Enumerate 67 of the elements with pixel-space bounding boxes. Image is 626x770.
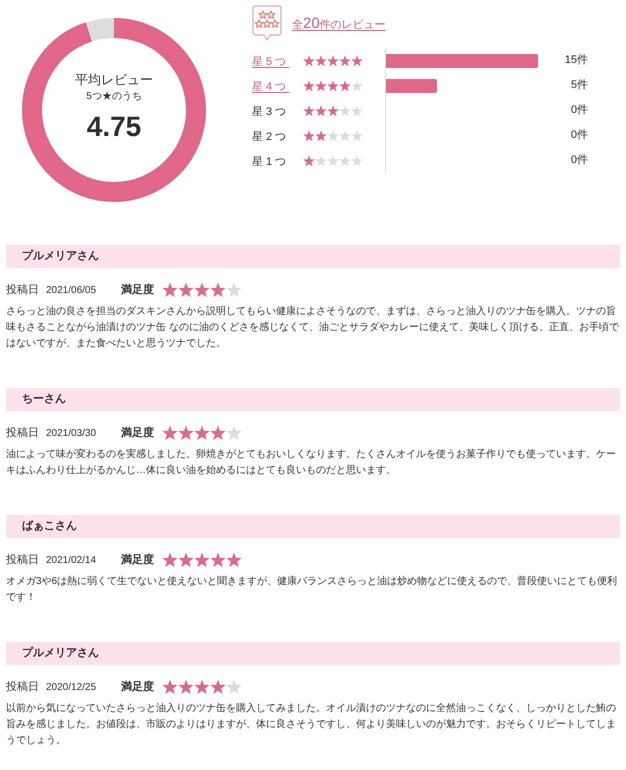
star-icon	[315, 80, 327, 92]
post-date-label: 投稿日	[6, 426, 40, 441]
star-icon	[210, 679, 226, 695]
star-icon	[162, 679, 178, 695]
post-date: 2021/06/05	[46, 284, 98, 298]
star-icon	[303, 154, 315, 166]
rating-label: 星3つ	[252, 106, 290, 118]
star-icon	[194, 425, 210, 441]
star-icon	[315, 54, 327, 66]
rating-filter-link[interactable]: 星5つ	[252, 56, 290, 68]
star-icon	[162, 282, 178, 298]
review-count: 0件	[570, 153, 588, 168]
review-text: オメガ3や6は熱に弱くて生でないと使えないと聞きますが、健康バランスさらっと油は炒め物などに使えるので、普段使いにとても便利です！	[6, 574, 618, 605]
star-icon	[194, 282, 210, 298]
star-icon	[351, 54, 363, 66]
star-icon	[303, 54, 315, 66]
star-icon	[210, 282, 226, 298]
reviewer-name: プルメリアさん	[22, 646, 99, 662]
post-date: 2021/03/30	[46, 426, 98, 440]
star-icon	[162, 552, 178, 568]
post-date-label: 投稿日	[6, 282, 40, 298]
review-count: 15件	[564, 53, 588, 68]
star-icon	[178, 552, 194, 568]
reviewer-name: ばぁこさん	[22, 519, 77, 534]
post-date: 2020/12/25	[46, 680, 98, 694]
star-icon	[162, 425, 178, 441]
review-count: 0件	[570, 103, 588, 118]
star-icon	[327, 80, 339, 92]
star-icon	[303, 80, 315, 92]
star-icon	[303, 130, 315, 142]
average-score: 4.75	[86, 111, 142, 143]
satisfaction-label: 満足度	[121, 282, 154, 298]
star-icon	[327, 54, 339, 66]
star-icon	[194, 552, 210, 568]
star-icon	[194, 679, 210, 695]
star-icon	[210, 425, 226, 441]
star-icon	[210, 552, 226, 568]
rating-label: 星2つ	[252, 130, 290, 142]
star-icon	[339, 80, 351, 92]
star-icon	[178, 282, 194, 298]
reviewer-name: プルメリアさん	[22, 248, 99, 264]
rating-filter-link[interactable]: 星4つ	[252, 80, 290, 92]
satisfaction-label: 満足度	[121, 552, 154, 568]
star-icon	[315, 130, 327, 142]
post-date: 2021/02/14	[46, 554, 98, 568]
review-text: さらっと油の良さを担当のダスキンさんから説明してもらい健康によさそうなので、まずは、さらっと油入りのツナ缶を購入。ツナの旨味もさることながら油漬けのツナ缶 なのに油のくどさを感じなくて、油ごとサラダやカレーに使えて、美味しく頂ける。正直、お手頃ではないですが、また食べたいと思うツナでした。	[6, 304, 620, 351]
post-date-label: 投稿日	[6, 552, 40, 568]
satisfaction-label: 満足度	[121, 680, 154, 695]
rating-label: 星1つ	[252, 156, 290, 168]
star-icon	[303, 104, 315, 116]
star-icon	[339, 54, 351, 66]
post-date-label: 投稿日	[6, 680, 40, 695]
reviewer-name: ちーさん	[22, 392, 66, 408]
review-text: 油によって味が変わるのを実感しました。卵焼きがとてもおいしくなります。たくさんオイルを使うお菓子作りでも使っています。ケーキはふんわり仕上がるかんじ…体に良い油を始めるにはとても良いものだと思います。	[6, 448, 617, 478]
all-reviews-link[interactable]: 全20件のレビュー	[292, 12, 386, 36]
review-count: 5件	[570, 78, 588, 94]
star-icon	[178, 679, 194, 695]
review-count: 0件	[570, 128, 588, 144]
star-icon	[226, 552, 242, 568]
star-icon	[178, 425, 194, 441]
star-icon	[327, 104, 339, 116]
average-subtitle: 5つ★のうち	[86, 91, 142, 103]
star-icon	[315, 104, 327, 116]
star-badge-icon	[252, 5, 282, 41]
average-title: 平均レビュー	[75, 72, 153, 88]
satisfaction-label: 満足度	[121, 426, 154, 441]
review-text: 以前から気になっていたさらっと油入りのツナ缶を購入してみました。オイル漬けのツナなのに全然油っこくなく、しっかりとした鮪の旨みを感じました。お値段は、市販のよりはりますが、体に良さそうですし、何より美味しいのが魅力です。おそらくリピートしてしまうでしょう。	[6, 702, 617, 748]
